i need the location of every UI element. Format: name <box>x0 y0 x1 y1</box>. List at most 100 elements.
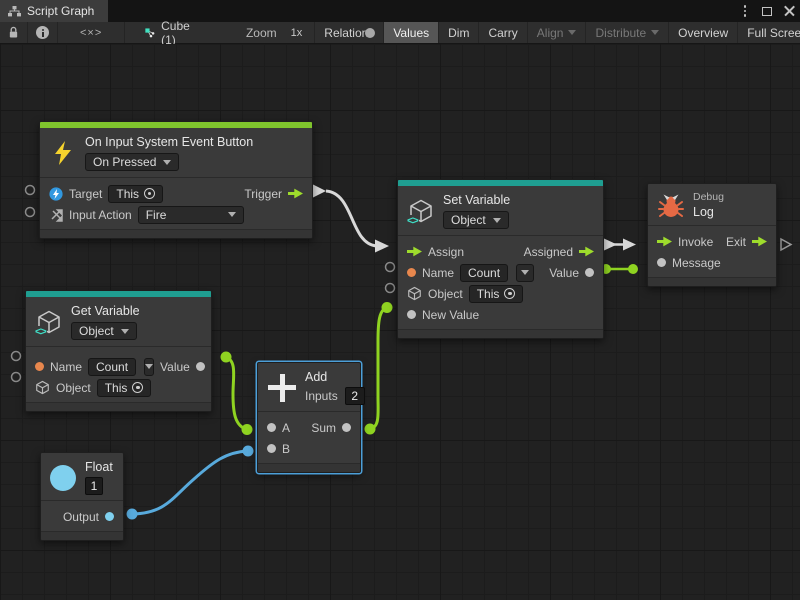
align-button[interactable]: Align <box>527 22 586 43</box>
node-body: Target This Trigger <box>40 177 312 229</box>
titlebar: Script Graph <box>0 0 800 22</box>
node-footer <box>398 329 603 338</box>
port-label: Value <box>160 360 190 374</box>
graph-target-label: Cube (1) <box>161 19 194 47</box>
variable-name-dropdown[interactable] <box>144 358 154 376</box>
output-port[interactable] <box>105 512 114 521</box>
value-port-in <box>628 264 638 274</box>
node-title: Float <box>85 460 113 474</box>
b-port[interactable] <box>267 444 276 453</box>
node-on-input-system-event[interactable]: On Input System Event Button On Pressed … <box>39 121 313 239</box>
event-mode-dropdown[interactable]: On Pressed <box>85 153 179 171</box>
float-value-field[interactable]: 1 <box>85 477 103 495</box>
angle-x-icon: <×> <box>80 27 102 39</box>
chevron-down-icon <box>493 218 501 223</box>
value-port-out <box>365 424 376 435</box>
new-value-port[interactable] <box>407 310 416 319</box>
object-this-chip[interactable]: This <box>469 285 524 303</box>
node-title: Set Variable <box>443 193 510 207</box>
variable-scope-dropdown[interactable]: Object <box>443 211 509 229</box>
distribute-button[interactable]: Distribute <box>585 22 668 43</box>
script-graph-icon <box>8 6 21 17</box>
assign-flow-port[interactable] <box>407 246 422 257</box>
trigger-flow-port[interactable] <box>288 188 303 199</box>
node-body: Assign Assigned Name Count Value <box>398 235 603 329</box>
fullscreen-button[interactable]: Full Screen <box>737 22 800 43</box>
name-port[interactable] <box>407 268 416 277</box>
node-header: On Input System Event Button On Pressed <box>40 128 312 177</box>
lightning-icon <box>50 140 76 166</box>
close-icon[interactable] <box>778 0 800 22</box>
port-label: Object <box>56 381 91 395</box>
value-port-out <box>127 509 138 520</box>
chevron-down-icon <box>651 30 659 35</box>
node-header: Debug Log <box>648 184 776 225</box>
inspect-button[interactable] <box>28 22 58 43</box>
variable-scope-dropdown[interactable]: Object <box>71 322 137 340</box>
inputs-label: Inputs <box>305 389 338 403</box>
inputs-count-field[interactable]: 2 <box>345 387 365 405</box>
node-footer <box>26 402 211 411</box>
node-header: Float 1 <box>41 453 123 500</box>
node-get-variable[interactable]: <> Get Variable Object Name Count Value <box>25 290 212 412</box>
port-label: Input Action <box>69 208 132 222</box>
name-port[interactable] <box>35 362 44 371</box>
message-port[interactable] <box>657 258 666 267</box>
value-port-in <box>243 446 254 457</box>
node-set-variable[interactable]: <> Set Variable Object Assign Assigned <box>397 179 604 339</box>
dim-button[interactable]: Dim <box>438 22 478 43</box>
invoke-flow-port[interactable] <box>657 236 672 247</box>
object-cube-icon <box>407 286 422 301</box>
chevron-down-icon <box>121 329 129 334</box>
node-body: Name Count Value Object <box>26 346 211 402</box>
exit-flow-port[interactable] <box>752 236 767 247</box>
port-label: Sum <box>311 421 336 435</box>
value-port[interactable] <box>585 268 594 277</box>
window-menu-icon[interactable] <box>734 0 756 22</box>
zoom-slider-handle[interactable] <box>365 28 375 38</box>
tab-label: Script Graph <box>27 4 94 18</box>
overview-button[interactable]: Overview <box>668 22 737 43</box>
code-preview-button[interactable]: <×> <box>58 22 125 43</box>
node-footer <box>41 531 123 540</box>
port-label: Message <box>672 256 721 270</box>
graph-canvas[interactable]: On Input System Event Button On Pressed … <box>0 44 800 600</box>
maximize-icon[interactable] <box>756 0 778 22</box>
tab-script-graph[interactable]: Script Graph <box>0 0 108 22</box>
node-category: Debug <box>693 191 724 203</box>
lock-button[interactable] <box>0 22 28 43</box>
plus-icon <box>268 374 296 402</box>
node-debug-log[interactable]: Debug Log Invoke Exit Message <box>647 183 777 287</box>
port-label: Assigned <box>524 245 573 259</box>
a-port[interactable] <box>267 423 276 432</box>
value-port[interactable] <box>196 362 205 371</box>
node-float[interactable]: Float 1 Output <box>40 452 124 541</box>
event-target-icon <box>49 187 63 201</box>
bug-icon <box>658 192 684 218</box>
sum-port[interactable] <box>342 423 351 432</box>
carry-button[interactable]: Carry <box>478 22 526 43</box>
variable-name-dropdown[interactable] <box>516 264 534 282</box>
node-body: A Sum B <box>258 411 360 463</box>
port-label: Invoke <box>678 235 713 249</box>
port-label: Trigger <box>244 187 282 201</box>
values-button[interactable]: Values <box>383 22 438 43</box>
object-this-chip[interactable]: This <box>97 379 152 397</box>
graph-target[interactable]: Cube (1) <box>125 19 206 47</box>
input-action-dropdown[interactable]: Fire <box>138 206 244 224</box>
port-label: A <box>282 421 290 435</box>
wire-sum-newvalue <box>370 308 387 430</box>
variable-name-chip[interactable]: Count <box>460 264 508 282</box>
wire-getvalue-a <box>226 357 247 430</box>
port-label: Object <box>428 287 463 301</box>
lock-icon <box>8 26 19 39</box>
assigned-flow-port[interactable] <box>579 246 594 257</box>
node-add[interactable]: Add Inputs 2 A Sum <box>257 362 361 473</box>
node-footer <box>648 277 776 286</box>
zoom-value: 1x <box>291 27 303 39</box>
port-label: Exit <box>726 235 746 249</box>
node-footer <box>258 463 360 472</box>
graph-asset-icon <box>145 26 155 40</box>
target-this-chip[interactable]: This <box>108 185 163 203</box>
variable-name-chip[interactable]: Count <box>88 358 136 376</box>
